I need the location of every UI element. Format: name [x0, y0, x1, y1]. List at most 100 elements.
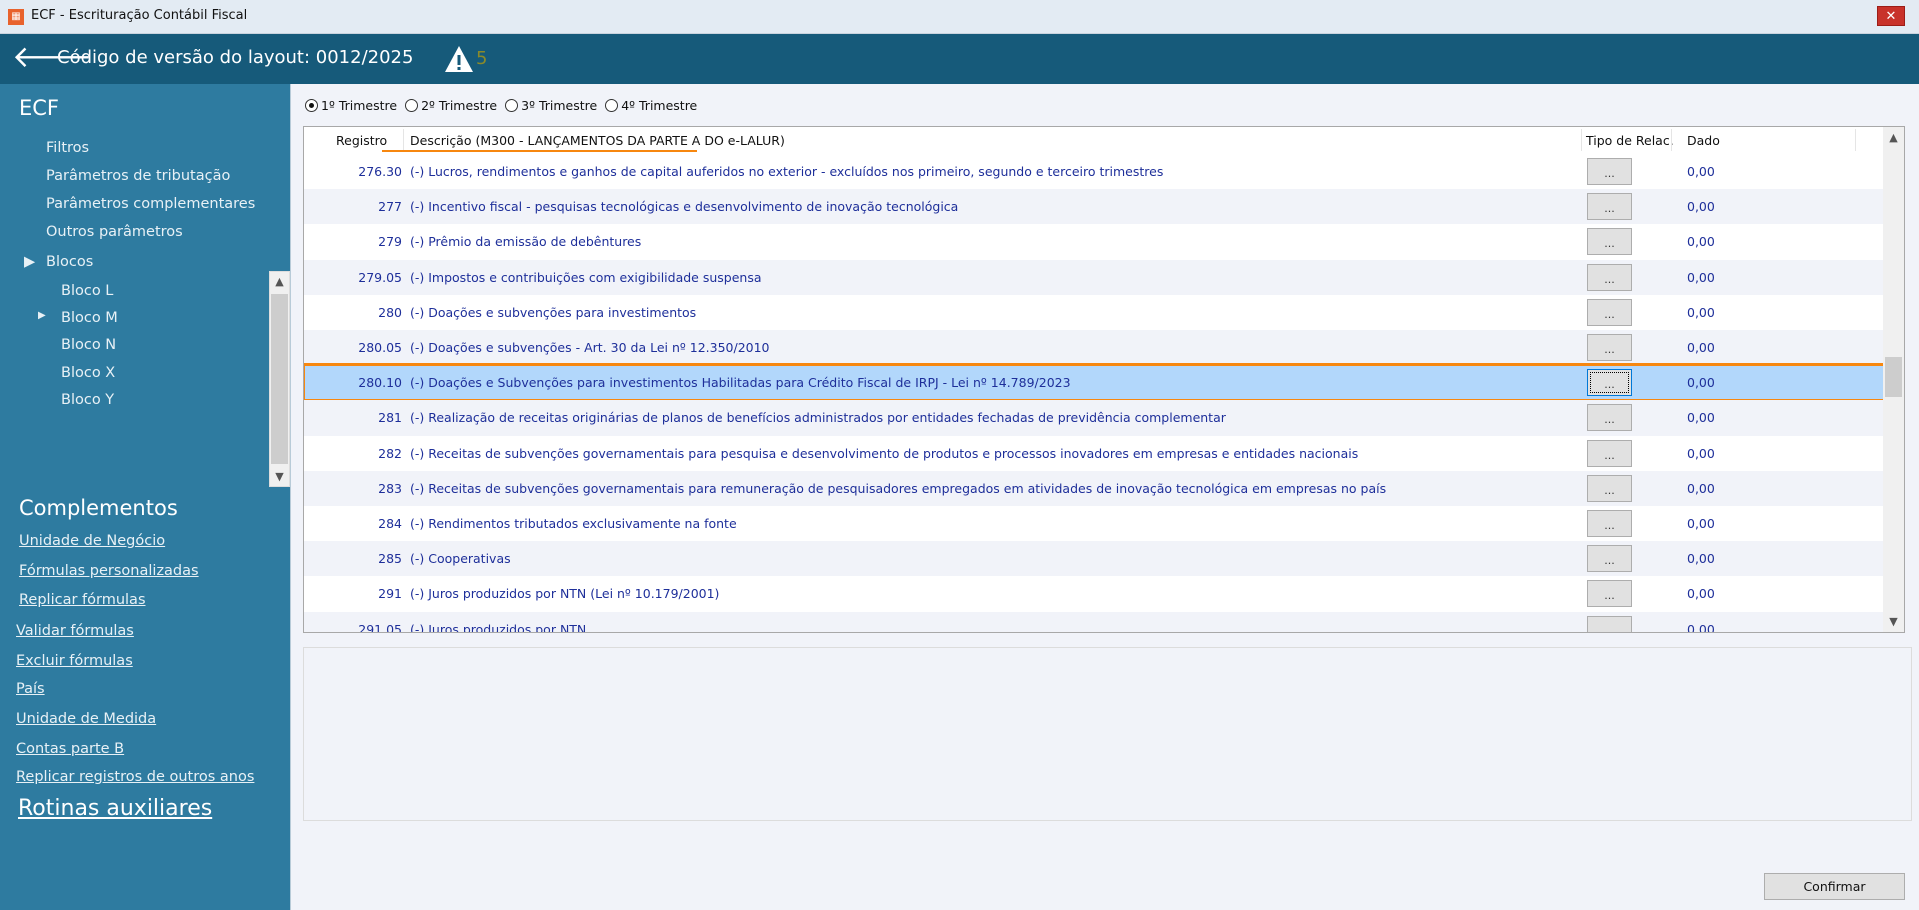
dado-cell[interactable]: 0,00	[1687, 622, 1715, 632]
complementos-link[interactable]: País	[16, 681, 45, 697]
tipo-relac-button[interactable]: ...	[1587, 298, 1632, 326]
radio-circle[interactable]	[605, 99, 619, 112]
sidebar-item-outros-parametros[interactable]: Outros parâmetros	[46, 224, 183, 240]
warning-triangle-icon[interactable]	[444, 44, 474, 74]
sidebar-item-bloco-m[interactable]: Bloco M	[61, 310, 118, 326]
tipo-relac-button[interactable]: ...	[1587, 474, 1632, 502]
sidebar-item-filtros[interactable]: Filtros	[46, 140, 89, 156]
close-button[interactable]: ✕	[1877, 6, 1905, 26]
tipo-relac-button[interactable]: ...	[1587, 545, 1632, 573]
chevron-down-icon[interactable]: ▼	[270, 470, 289, 483]
dado-cell[interactable]: 0,00	[1687, 164, 1715, 179]
table-row[interactable]: 285 (-) Cooperativas ... 0,00	[304, 541, 1884, 577]
table-row[interactable]: 276.30 (-) Lucros, rendimentos e ganhos …	[304, 154, 1884, 190]
register-block-label: (M300 - LANÇAMENTOS DA PARTE A DO e-LALU…	[475, 133, 785, 148]
complementos-link[interactable]: Unidade de Negócio	[19, 533, 165, 549]
table-row[interactable]: 291 (-) Juros produzidos por NTN (Lei nº…	[304, 576, 1884, 612]
table-row[interactable]: 283 (-) Receitas de subvenções govername…	[304, 470, 1884, 506]
descricao-cell: (-) Prêmio da emissão de debêntures	[410, 234, 642, 250]
table-row[interactable]: 281 (-) Realização de receitas originári…	[304, 400, 1884, 436]
sidebar-item-bloco-n[interactable]: Bloco N	[61, 337, 116, 353]
sidebar-item-bloco-x[interactable]: Bloco X	[61, 365, 115, 381]
column-header-descricao[interactable]: Descrição (M300 - LANÇAMENTOS DA PARTE A…	[410, 133, 785, 148]
tipo-relac-button[interactable]: ...	[1587, 334, 1632, 361]
sidebar-item-bloco-l[interactable]: Bloco L	[61, 283, 113, 299]
radio-4-trimestre[interactable]: 4º Trimestre	[605, 98, 697, 113]
complementos-link[interactable]: Validar fórmulas	[16, 623, 134, 639]
tipo-relac-button[interactable]: ...	[1587, 369, 1632, 397]
app-logo-icon: ▦	[8, 9, 24, 25]
dado-cell[interactable]: 0,00	[1687, 270, 1715, 285]
descricao-cell: (-) Doações e subvenções - Art. 30 da Le…	[410, 340, 770, 355]
tipo-relac-button[interactable]: ...	[1587, 439, 1632, 467]
radio-circle[interactable]	[405, 99, 419, 112]
table-row[interactable]: 277 (-) Incentivo fiscal - pesquisas tec…	[304, 189, 1884, 225]
dado-cell[interactable]: 0,00	[1687, 446, 1715, 461]
registro-cell: 291.05	[358, 621, 402, 633]
dado-cell[interactable]: 0,00	[1687, 375, 1715, 390]
expand-triangle-icon[interactable]: ▶	[24, 254, 35, 270]
descricao-cell: (-) Receitas de subvenções governamentai…	[410, 445, 1359, 461]
chevron-up-icon[interactable]: ▲	[270, 275, 289, 288]
complementos-link[interactable]: Replicar registros de outros anos	[16, 769, 254, 785]
tipo-relac-button[interactable]: ...	[1587, 580, 1632, 608]
sidebar-item-blocos[interactable]: Blocos	[46, 254, 93, 270]
dado-cell[interactable]: 0,00	[1687, 340, 1715, 355]
tipo-relac-button[interactable]: ...	[1587, 263, 1632, 291]
complementos-link[interactable]: Replicar fórmulas	[19, 592, 146, 608]
warning-count: 5	[476, 48, 488, 69]
column-header-registro[interactable]: Registro	[336, 133, 387, 148]
table-row[interactable]: 284 (-) Rendimentos tributados exclusiva…	[304, 506, 1884, 542]
radio-circle[interactable]	[505, 99, 519, 112]
complementos-link[interactable]: Unidade de Medida	[16, 711, 156, 727]
sidebar-item-parametros-tributacao[interactable]: Parâmetros de tributação	[46, 168, 230, 184]
radio-circle[interactable]	[305, 99, 318, 112]
tipo-relac-button[interactable]: ...	[1587, 615, 1632, 632]
complementos-link[interactable]: Contas parte B	[16, 741, 124, 757]
table-row[interactable]: 279.05 (-) Impostos e contribuições com …	[304, 259, 1884, 295]
chevron-down-icon[interactable]: ▼	[1883, 615, 1904, 628]
table-row[interactable]: 279 (-) Prêmio da emissão de debêntures …	[304, 224, 1884, 260]
dado-cell[interactable]: 0,00	[1687, 516, 1715, 531]
descricao-cell: (-) Rendimentos tributados exclusivament…	[410, 516, 737, 531]
tipo-relac-button[interactable]: ...	[1587, 193, 1632, 221]
descricao-cell: (-) Cooperativas	[410, 551, 511, 567]
table-row[interactable]: 280.10 (-) Doações e Subvenções para inv…	[304, 363, 1886, 403]
tipo-relac-button[interactable]: ...	[1587, 404, 1632, 432]
descricao-cell: (-) Incentivo fiscal - pesquisas tecnoló…	[410, 199, 959, 215]
rotinas-auxiliares-link[interactable]: Rotinas auxiliares	[18, 796, 212, 821]
tipo-relac-button[interactable]: ...	[1587, 228, 1632, 256]
table-row[interactable]: 280 (-) Doações e subvenções para invest…	[304, 294, 1884, 330]
radio-2-trimestre[interactable]: 2º Trimestre	[405, 98, 497, 113]
grid-scrollbar[interactable]: ▲ ▼	[1883, 127, 1904, 632]
dado-cell[interactable]: 0,00	[1687, 410, 1715, 425]
radio-3-trimestre[interactable]: 3º Trimestre	[505, 98, 597, 113]
dado-cell[interactable]: 0,00	[1687, 586, 1715, 601]
dado-cell[interactable]: 0,00	[1687, 481, 1715, 496]
sidebar-item-parametros-complementares[interactable]: Parâmetros complementares	[46, 196, 255, 212]
registros-grid: Registro Descrição (M300 - LANÇAMENTOS D…	[303, 126, 1905, 633]
column-header-dado[interactable]: Dado	[1687, 133, 1720, 148]
table-row[interactable]: 291.05 (-) Juros produzidos por NTN ... …	[304, 611, 1884, 633]
descricao-cell: (-) Realização de receitas originárias d…	[410, 410, 1226, 426]
complementos-link[interactable]: Fórmulas personalizadas	[19, 563, 199, 579]
descricao-cell: (-) Receitas de subvenções governamentai…	[410, 480, 1387, 496]
tipo-relac-button[interactable]: ...	[1587, 510, 1632, 537]
dado-cell[interactable]: 0,00	[1687, 305, 1715, 320]
dado-cell[interactable]: 0,00	[1687, 199, 1715, 214]
radio-1-trimestre[interactable]: 1º Trimestre	[305, 98, 397, 113]
scrollbar-thumb[interactable]	[271, 294, 288, 464]
dado-cell[interactable]: 0,00	[1687, 234, 1715, 249]
dado-cell[interactable]: 0,00	[1687, 551, 1715, 566]
chevron-up-icon[interactable]: ▲	[1883, 131, 1904, 144]
scrollbar-thumb[interactable]	[1885, 357, 1902, 397]
table-row[interactable]: 280.05 (-) Doações e subvenções - Art. 3…	[304, 330, 1884, 366]
table-row[interactable]: 282 (-) Receitas de subvenções govername…	[304, 435, 1884, 471]
tipo-relac-button[interactable]: ...	[1587, 158, 1632, 185]
sidebar-scrollbar[interactable]: ▲ ▼	[269, 271, 290, 487]
confirm-button[interactable]: Confirmar	[1764, 873, 1905, 900]
complementos-link[interactable]: Excluir fórmulas	[16, 653, 133, 669]
column-header-tipo[interactable]: Tipo de Relac.	[1586, 133, 1674, 148]
radio-label: 2º Trimestre	[421, 98, 498, 113]
sidebar-item-bloco-y[interactable]: Bloco Y	[61, 392, 114, 408]
